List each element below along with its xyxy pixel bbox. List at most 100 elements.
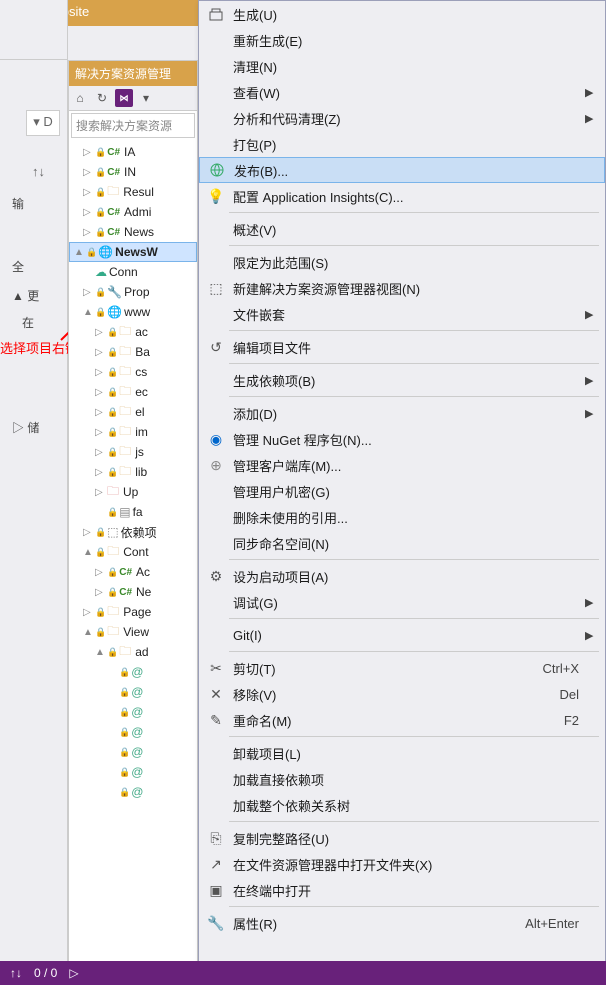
- expander-icon[interactable]: ▲: [74, 247, 86, 258]
- menu-item[interactable]: 打包(P): [199, 131, 605, 157]
- tree-item[interactable]: 🔒@: [69, 782, 197, 802]
- menu-item[interactable]: 概述(V): [199, 216, 605, 242]
- menu-item[interactable]: ⎘复制完整路径(U): [199, 825, 605, 851]
- home-icon[interactable]: ⌂: [71, 89, 89, 107]
- tree-item[interactable]: ▲🔒🌐NewsW: [69, 242, 197, 262]
- expander-icon[interactable]: ▷: [95, 447, 107, 458]
- menu-item[interactable]: Git(I)▶: [199, 622, 605, 648]
- tree-item[interactable]: ▲🔒🗀View: [69, 622, 197, 642]
- menu-item[interactable]: 加载整个依赖关系树: [199, 792, 605, 818]
- tree-item[interactable]: 🔒▤fa: [69, 502, 197, 522]
- menu-item[interactable]: ⬚新建解决方案资源管理器视图(N): [199, 275, 605, 301]
- expander-icon[interactable]: ▷: [95, 587, 107, 598]
- tree-item[interactable]: ▷🔒🔧Prop: [69, 282, 197, 302]
- menu-item[interactable]: ▣在终端中打开: [199, 877, 605, 903]
- tree-item[interactable]: ▷🔒🗀ec: [69, 382, 197, 402]
- tree-item[interactable]: 🔒@: [69, 662, 197, 682]
- vs-icon[interactable]: ⋈: [115, 89, 133, 107]
- side-label-3[interactable]: ▲ 更: [0, 287, 67, 304]
- tree-item[interactable]: 🔒@: [69, 742, 197, 762]
- footer-next-icon[interactable]: ▷: [69, 966, 78, 980]
- expander-icon[interactable]: ▷: [95, 467, 107, 478]
- tree-item[interactable]: ▷🔒🗀Ba: [69, 342, 197, 362]
- expander-icon[interactable]: ▷: [83, 527, 95, 538]
- menu-item[interactable]: ✂剪切(T)Ctrl+X: [199, 655, 605, 681]
- menu-item[interactable]: 管理用户机密(G): [199, 478, 605, 504]
- menu-item[interactable]: 限定为此范围(S): [199, 249, 605, 275]
- tree-item[interactable]: ▲🔒🌐www: [69, 302, 197, 322]
- tree-item[interactable]: ▷🔒C#Ac: [69, 562, 197, 582]
- expander-icon[interactable]: ▷: [83, 227, 95, 238]
- tree-item[interactable]: ▷🔒🗀ac: [69, 322, 197, 342]
- tree-item[interactable]: ▷🔒🗀Page: [69, 602, 197, 622]
- menu-item[interactable]: 添加(D)▶: [199, 400, 605, 426]
- expander-icon[interactable]: ▷: [95, 407, 107, 418]
- expander-icon[interactable]: ▷: [83, 287, 95, 298]
- expander-icon[interactable]: ▷: [95, 387, 107, 398]
- menu-item[interactable]: 🔧属性(R)Alt+Enter: [199, 910, 605, 936]
- tree-item[interactable]: ▷🔒🗀cs: [69, 362, 197, 382]
- tree-item[interactable]: 🔒@: [69, 702, 197, 722]
- menu-item[interactable]: 调试(G)▶: [199, 589, 605, 615]
- expander-icon[interactable]: ▲: [95, 647, 107, 658]
- solution-search-input[interactable]: 搜索解决方案资源: [71, 113, 195, 138]
- expander-icon[interactable]: ▷: [95, 487, 107, 498]
- menu-item[interactable]: 文件嵌套▶: [199, 301, 605, 327]
- tree-item[interactable]: ▲🔒🗀ad: [69, 642, 197, 662]
- footer-arrows-icon[interactable]: ↑↓: [10, 966, 22, 980]
- tree-item[interactable]: ▷🔒C#IN: [69, 162, 197, 182]
- tree-item[interactable]: ▷🔒⬚依赖项: [69, 522, 197, 542]
- tree-item[interactable]: 🔒@: [69, 762, 197, 782]
- menu-item[interactable]: ✎重命名(M)F2: [199, 707, 605, 733]
- menu-item[interactable]: 加载直接依赖项: [199, 766, 605, 792]
- tree-item[interactable]: ▷🔒C#Ne: [69, 582, 197, 602]
- tree-item[interactable]: ▷🔒🗀js: [69, 442, 197, 462]
- menu-item[interactable]: ◉管理 NuGet 程序包(N)...: [199, 426, 605, 452]
- tree-item[interactable]: ☁Conn: [69, 262, 197, 282]
- sort-arrows-icon[interactable]: ↑↓: [0, 164, 67, 179]
- tree-item[interactable]: ▷🔒🗀Resul: [69, 182, 197, 202]
- tree-item[interactable]: ▷🔒C#Admi: [69, 202, 197, 222]
- tree-item[interactable]: ▷🔒🗀im: [69, 422, 197, 442]
- menu-item[interactable]: ↺编辑项目文件: [199, 334, 605, 360]
- tree-item[interactable]: ▷🔒C#IA: [69, 142, 197, 162]
- expander-icon[interactable]: ▷: [95, 427, 107, 438]
- tree-item[interactable]: ▲🔒🗀Cont: [69, 542, 197, 562]
- tree-item[interactable]: 🔒@: [69, 682, 197, 702]
- dropdown-button[interactable]: ▾ D: [26, 110, 60, 136]
- menu-item[interactable]: 清理(N): [199, 53, 605, 79]
- expander-icon[interactable]: ▷: [83, 207, 95, 218]
- expander-icon[interactable]: ▷: [83, 167, 95, 178]
- menu-item[interactable]: 生成依赖项(B)▶: [199, 367, 605, 393]
- expander-icon[interactable]: ▲: [83, 307, 95, 318]
- expander-icon[interactable]: ▷: [95, 347, 107, 358]
- expander-icon[interactable]: ▲: [83, 547, 95, 558]
- expander-icon[interactable]: ▷: [95, 567, 107, 578]
- menu-item[interactable]: 发布(B)...: [199, 157, 605, 183]
- expander-icon[interactable]: ▷: [95, 367, 107, 378]
- tree-item[interactable]: ▷🔒🗀lib: [69, 462, 197, 482]
- menu-item[interactable]: 生成(U): [199, 1, 605, 27]
- menu-item[interactable]: ↗在文件资源管理器中打开文件夹(X): [199, 851, 605, 877]
- tree-item[interactable]: 🔒@: [69, 722, 197, 742]
- tree-item[interactable]: ▷🔒C#News: [69, 222, 197, 242]
- expander-icon[interactable]: ▷: [83, 607, 95, 618]
- menu-item[interactable]: 💡配置 Application Insights(C)...: [199, 183, 605, 209]
- tree-item[interactable]: ▷🗀Up: [69, 482, 197, 502]
- menu-item[interactable]: 卸载项目(L): [199, 740, 605, 766]
- expander-icon[interactable]: ▷: [95, 327, 107, 338]
- expander-icon[interactable]: ▲: [83, 627, 95, 638]
- expander-icon[interactable]: ▷: [83, 147, 95, 158]
- menu-item[interactable]: 删除未使用的引用...: [199, 504, 605, 530]
- menu-item[interactable]: 重新生成(E): [199, 27, 605, 53]
- menu-item[interactable]: 分析和代码清理(Z)▶: [199, 105, 605, 131]
- menu-item[interactable]: 同步命名空间(N): [199, 530, 605, 556]
- sync-icon[interactable]: ↻: [93, 89, 111, 107]
- menu-item[interactable]: ⚙设为启动项目(A): [199, 563, 605, 589]
- menu-item[interactable]: ✕移除(V)Del: [199, 681, 605, 707]
- side-label-5[interactable]: ▷ 储: [0, 419, 67, 436]
- menu-item[interactable]: ⊕管理客户端库(M)...: [199, 452, 605, 478]
- tree-item[interactable]: ▷🔒🗀el: [69, 402, 197, 422]
- expander-icon[interactable]: ▷: [83, 187, 95, 198]
- menu-item[interactable]: 查看(W)▶: [199, 79, 605, 105]
